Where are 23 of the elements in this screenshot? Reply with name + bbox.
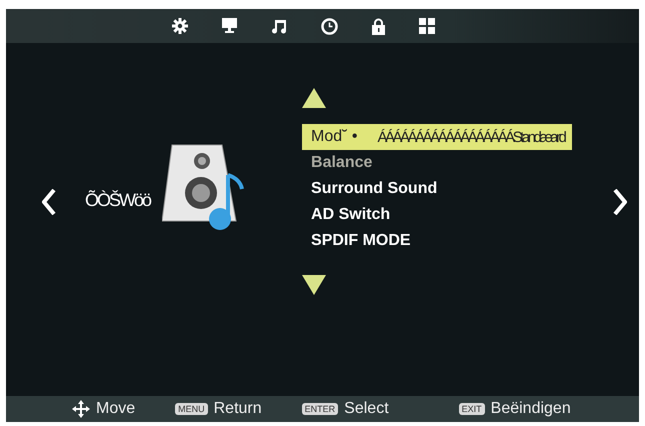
menu-item[interactable]: SPDIF MODE <box>302 228 411 254</box>
settings-icon[interactable] <box>172 18 188 34</box>
clock-icon[interactable] <box>321 18 338 34</box>
footer-hint: Beëindigen <box>490 400 571 418</box>
down-arrow-icon[interactable] <box>302 275 326 295</box>
music-note-icon[interactable] <box>271 18 287 34</box>
lock-icon[interactable] <box>372 18 385 34</box>
remote-key-label: EXIT <box>458 403 485 415</box>
remote-key-label: MENU <box>175 403 208 415</box>
footer-hint: Move <box>96 400 136 418</box>
footer-hint: Return <box>214 400 262 418</box>
menu-item-value: ÁÁÁÁÁÁÁÁÁÁÁÁÁÁÁÁÁÁStandæard <box>378 128 566 146</box>
menu-item[interactable]: Surround Sound <box>302 176 438 202</box>
up-arrow-icon[interactable] <box>302 88 326 108</box>
footer-hint: Select <box>344 400 389 418</box>
grid-icon[interactable] <box>419 18 435 34</box>
menu-item-label: Mod˘ • <box>311 128 358 146</box>
menu-item[interactable]: AD Switch <box>302 202 390 228</box>
menu-item[interactable]: Mod˘ • ÁÁÁÁÁÁÁÁÁÁÁÁÁÁÁÁÁÁStandæard <box>302 124 572 150</box>
monitor-icon[interactable] <box>222 18 237 34</box>
page-title: ÕÒŠWöö <box>85 190 150 211</box>
remote-key-label: ENTER <box>302 403 338 415</box>
direction-pad-icon <box>72 400 90 418</box>
